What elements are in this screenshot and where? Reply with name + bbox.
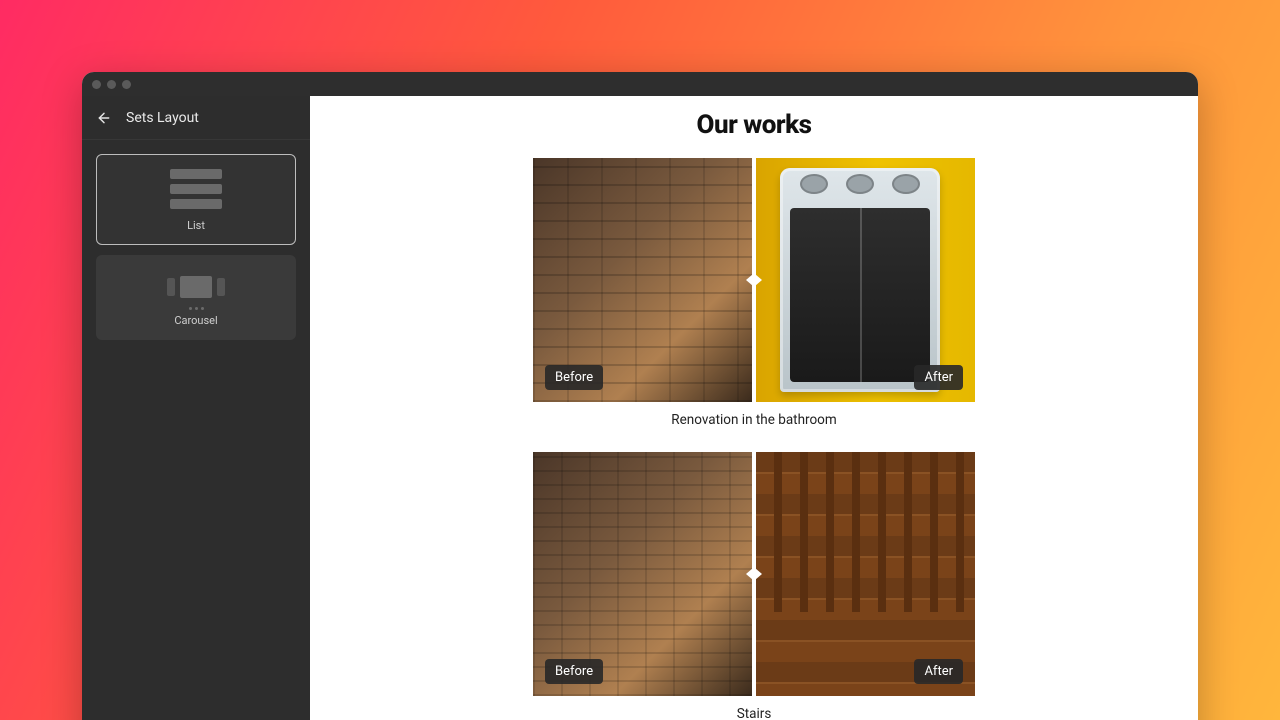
compare-slider[interactable]	[752, 452, 756, 696]
before-image: Before	[533, 158, 752, 402]
before-tag: Before	[545, 365, 603, 390]
back-button[interactable]	[96, 110, 112, 126]
preview-area: Our works Before After	[310, 96, 1198, 720]
sidebar-title: Sets Layout	[126, 110, 199, 126]
work-caption: Stairs	[533, 706, 975, 720]
layout-option-carousel-card[interactable]: Carousel	[96, 255, 296, 340]
list-layout-icon	[168, 169, 224, 209]
work-item: Before After Renovation in the bathroo	[533, 158, 975, 428]
before-tag: Before	[545, 659, 603, 684]
sidebar: Sets Layout List Carousel	[82, 96, 310, 720]
window-dot	[107, 80, 116, 89]
slider-handle-icon	[746, 266, 762, 294]
after-tag: After	[914, 365, 963, 390]
window-body: Sets Layout List Carousel	[82, 96, 1198, 720]
slider-handle-icon	[746, 560, 762, 588]
after-tag: After	[914, 659, 963, 684]
after-image: After	[756, 158, 975, 402]
layout-option-list-card[interactable]: List	[96, 154, 296, 245]
layout-option-label: List	[187, 219, 205, 232]
layout-option-label: Carousel	[174, 314, 217, 327]
app-window: Sets Layout List Carousel	[82, 72, 1198, 720]
window-dot	[122, 80, 131, 89]
carousel-layout-icon	[161, 270, 231, 304]
layout-option-list: List Carousel	[82, 140, 310, 354]
window-dot	[92, 80, 101, 89]
compare-slider[interactable]	[752, 158, 756, 402]
arrow-left-icon	[96, 110, 112, 126]
work-item: Before After Stairs	[533, 452, 975, 720]
before-image: Before	[533, 452, 752, 696]
after-image: After	[756, 452, 975, 696]
sidebar-header: Sets Layout	[82, 96, 310, 140]
page-title: Our works	[533, 110, 975, 140]
titlebar	[82, 72, 1198, 96]
before-after-pair: Before After	[533, 452, 975, 696]
before-after-pair: Before After	[533, 158, 975, 402]
work-caption: Renovation in the bathroom	[533, 412, 975, 428]
